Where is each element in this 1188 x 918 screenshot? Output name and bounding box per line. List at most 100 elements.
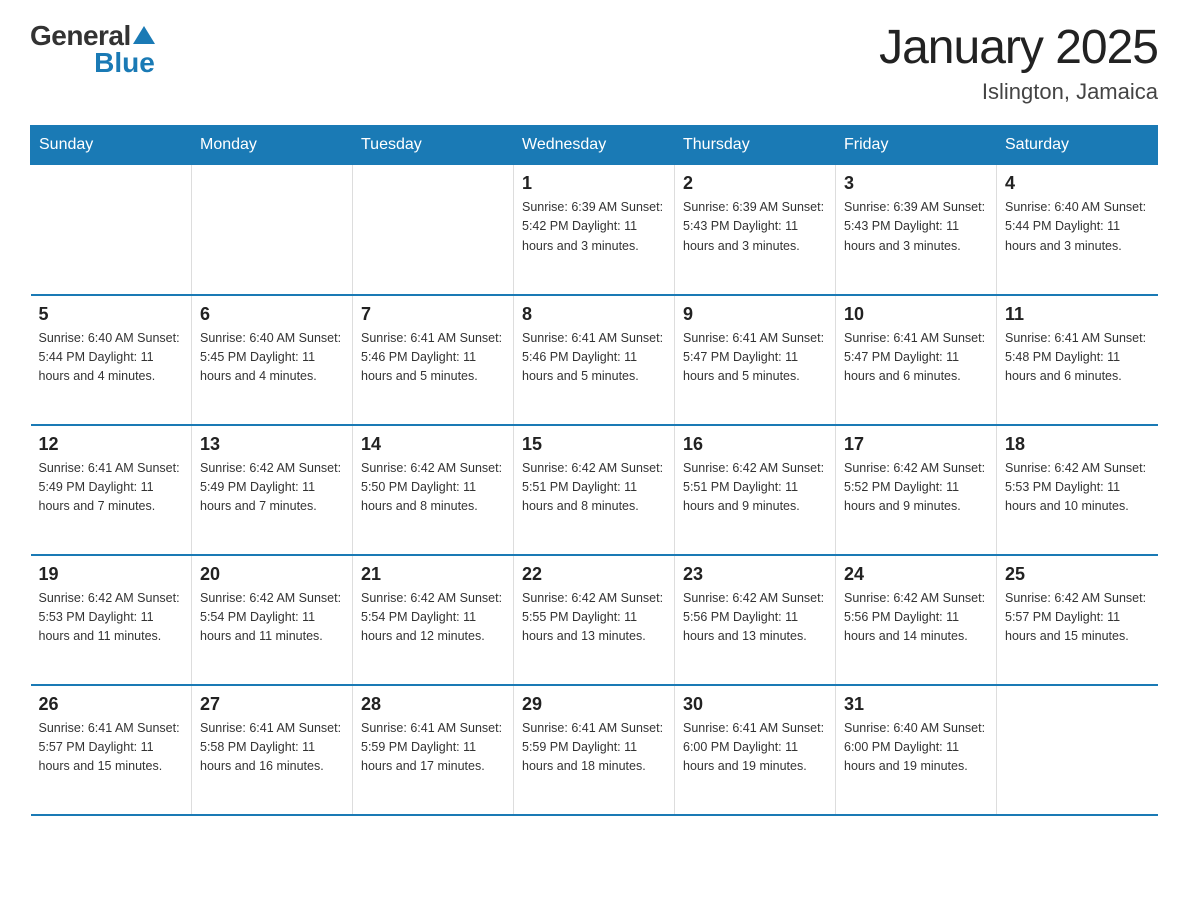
weekday-header-wednesday: Wednesday [514,126,675,165]
calendar-cell: 13 Sunrise: 6:42 AM Sunset: 5:49 PM Dayli… [192,425,353,555]
day-info: Sunrise: 6:42 AM Sunset: 5:56 PM Dayligh… [683,589,827,647]
calendar-cell: 24 Sunrise: 6:42 AM Sunset: 5:56 PM Dayli… [836,555,997,685]
calendar-cell: 20 Sunrise: 6:42 AM Sunset: 5:54 PM Dayli… [192,555,353,685]
calendar-cell: 5Sunrise: 6:40 AM Sunset: 5:44 PM Daylig… [31,295,192,425]
day-info: Sunrise: 6:41 AM Sunset: 6:00 PM Dayligh… [683,719,827,777]
calendar-cell [997,685,1158,815]
day-info: Sunrise: 6:40 AM Sunset: 5:44 PM Dayligh… [39,329,184,387]
day-info: Sunrise: 6:41 AM Sunset: 5:58 PM Dayligh… [200,719,344,777]
calendar-cell: 26 Sunrise: 6:41 AM Sunset: 5:57 PM Dayli… [31,685,192,815]
day-info: Sunrise: 6:42 AM Sunset: 5:54 PM Dayligh… [200,589,344,647]
calendar-cell: 7 Sunrise: 6:41 AM Sunset: 5:46 PM Daylig… [353,295,514,425]
day-number: 7 [361,304,505,325]
day-info: Sunrise: 6:42 AM Sunset: 5:51 PM Dayligh… [683,459,827,517]
day-info: Sunrise: 6:39 AM Sunset: 5:43 PM Dayligh… [683,198,827,256]
day-number: 17 [844,434,988,455]
calendar-cell: 25 Sunrise: 6:42 AM Sunset: 5:57 PM Dayli… [997,555,1158,685]
day-number: 15 [522,434,666,455]
calendar-subtitle: Islington, Jamaica [879,79,1158,105]
day-info: Sunrise: 6:41 AM Sunset: 5:46 PM Dayligh… [361,329,505,387]
day-info: Sunrise: 6:42 AM Sunset: 5:53 PM Dayligh… [1005,459,1150,517]
day-number: 4 [1005,173,1150,194]
calendar-cell: 10Sunrise: 6:41 AM Sunset: 5:47 PM Dayli… [836,295,997,425]
day-info: Sunrise: 6:42 AM Sunset: 5:53 PM Dayligh… [39,589,184,647]
calendar-cell: 3 Sunrise: 6:39 AM Sunset: 5:43 PM Daylig… [836,165,997,295]
day-info: Sunrise: 6:42 AM Sunset: 5:56 PM Dayligh… [844,589,988,647]
day-number: 30 [683,694,827,715]
weekday-header-sunday: Sunday [31,126,192,165]
day-info: Sunrise: 6:42 AM Sunset: 5:49 PM Dayligh… [200,459,344,517]
day-info: Sunrise: 6:41 AM Sunset: 5:57 PM Dayligh… [39,719,184,777]
day-info: Sunrise: 6:42 AM Sunset: 5:54 PM Dayligh… [361,589,505,647]
calendar-cell: 21 Sunrise: 6:42 AM Sunset: 5:54 PM Dayli… [353,555,514,685]
day-number: 27 [200,694,344,715]
day-number: 14 [361,434,505,455]
day-info: Sunrise: 6:42 AM Sunset: 5:55 PM Dayligh… [522,589,666,647]
day-number: 26 [39,694,184,715]
weekday-header-row: SundayMondayTuesdayWednesdayThursdayFrid… [31,126,1158,165]
calendar-cell: 2 Sunrise: 6:39 AM Sunset: 5:43 PM Daylig… [675,165,836,295]
calendar-cell: 16 Sunrise: 6:42 AM Sunset: 5:51 PM Dayli… [675,425,836,555]
day-number: 11 [1005,304,1150,325]
calendar-cell: 19 Sunrise: 6:42 AM Sunset: 5:53 PM Dayli… [31,555,192,685]
day-info: Sunrise: 6:41 AM Sunset: 5:49 PM Dayligh… [39,459,184,517]
day-number: 21 [361,564,505,585]
weekday-header-tuesday: Tuesday [353,126,514,165]
calendar-cell: 15 Sunrise: 6:42 AM Sunset: 5:51 PM Dayli… [514,425,675,555]
day-info: Sunrise: 6:40 AM Sunset: 5:45 PM Dayligh… [200,329,344,387]
calendar-title: January 2025 [879,20,1158,75]
calendar-cell: 12Sunrise: 6:41 AM Sunset: 5:49 PM Dayli… [31,425,192,555]
day-info: Sunrise: 6:39 AM Sunset: 5:42 PM Dayligh… [522,198,666,256]
day-number: 20 [200,564,344,585]
logo-blue-text: Blue [94,47,155,79]
day-number: 8 [522,304,666,325]
calendar-cell: 31Sunrise: 6:40 AM Sunset: 6:00 PM Dayli… [836,685,997,815]
day-info: Sunrise: 6:39 AM Sunset: 5:43 PM Dayligh… [844,198,988,256]
day-number: 28 [361,694,505,715]
calendar-cell: 30 Sunrise: 6:41 AM Sunset: 6:00 PM Dayli… [675,685,836,815]
day-number: 6 [200,304,344,325]
day-number: 13 [200,434,344,455]
day-number: 23 [683,564,827,585]
calendar-cell: 14 Sunrise: 6:42 AM Sunset: 5:50 PM Dayli… [353,425,514,555]
calendar-cell: 23 Sunrise: 6:42 AM Sunset: 5:56 PM Dayli… [675,555,836,685]
day-number: 3 [844,173,988,194]
day-number: 19 [39,564,184,585]
day-info: Sunrise: 6:42 AM Sunset: 5:50 PM Dayligh… [361,459,505,517]
calendar-week-row: 1 Sunrise: 6:39 AM Sunset: 5:42 PM Daylig… [31,165,1158,295]
calendar-table: SundayMondayTuesdayWednesdayThursdayFrid… [30,125,1158,816]
day-number: 1 [522,173,666,194]
calendar-cell: 8Sunrise: 6:41 AM Sunset: 5:46 PM Daylig… [514,295,675,425]
day-number: 25 [1005,564,1150,585]
calendar-week-row: 26 Sunrise: 6:41 AM Sunset: 5:57 PM Dayli… [31,685,1158,815]
day-info: Sunrise: 6:42 AM Sunset: 5:51 PM Dayligh… [522,459,666,517]
day-info: Sunrise: 6:41 AM Sunset: 5:59 PM Dayligh… [522,719,666,777]
day-info: Sunrise: 6:42 AM Sunset: 5:57 PM Dayligh… [1005,589,1150,647]
day-number: 16 [683,434,827,455]
title-area: January 2025 Islington, Jamaica [879,20,1158,105]
weekday-header-friday: Friday [836,126,997,165]
calendar-cell [353,165,514,295]
day-number: 29 [522,694,666,715]
day-info: Sunrise: 6:41 AM Sunset: 5:47 PM Dayligh… [844,329,988,387]
day-number: 24 [844,564,988,585]
calendar-week-row: 19 Sunrise: 6:42 AM Sunset: 5:53 PM Dayli… [31,555,1158,685]
calendar-cell: 6 Sunrise: 6:40 AM Sunset: 5:45 PM Daylig… [192,295,353,425]
day-info: Sunrise: 6:41 AM Sunset: 5:48 PM Dayligh… [1005,329,1150,387]
page-header: General Blue January 2025 Islington, Jam… [30,20,1158,105]
calendar-cell: 28Sunrise: 6:41 AM Sunset: 5:59 PM Dayli… [353,685,514,815]
day-number: 18 [1005,434,1150,455]
calendar-cell [31,165,192,295]
day-number: 2 [683,173,827,194]
day-info: Sunrise: 6:40 AM Sunset: 5:44 PM Dayligh… [1005,198,1150,256]
day-number: 9 [683,304,827,325]
calendar-cell: 17Sunrise: 6:42 AM Sunset: 5:52 PM Dayli… [836,425,997,555]
day-number: 31 [844,694,988,715]
calendar-cell: 4 Sunrise: 6:40 AM Sunset: 5:44 PM Daylig… [997,165,1158,295]
calendar-cell: 18 Sunrise: 6:42 AM Sunset: 5:53 PM Dayli… [997,425,1158,555]
calendar-week-row: 5Sunrise: 6:40 AM Sunset: 5:44 PM Daylig… [31,295,1158,425]
weekday-header-thursday: Thursday [675,126,836,165]
weekday-header-monday: Monday [192,126,353,165]
calendar-cell: 22Sunrise: 6:42 AM Sunset: 5:55 PM Dayli… [514,555,675,685]
calendar-cell [192,165,353,295]
